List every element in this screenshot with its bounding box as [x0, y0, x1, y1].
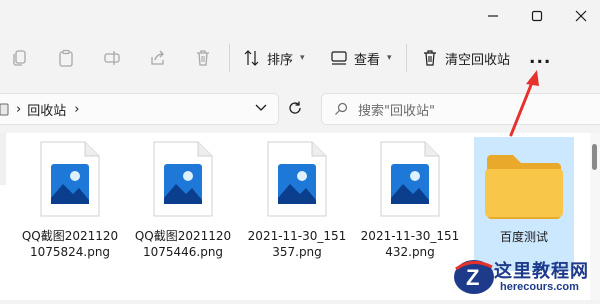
- svg-text:Z: Z: [466, 265, 479, 290]
- watermark-url: herecours.com: [500, 281, 579, 293]
- watermark-title: 这里教程网: [494, 261, 589, 282]
